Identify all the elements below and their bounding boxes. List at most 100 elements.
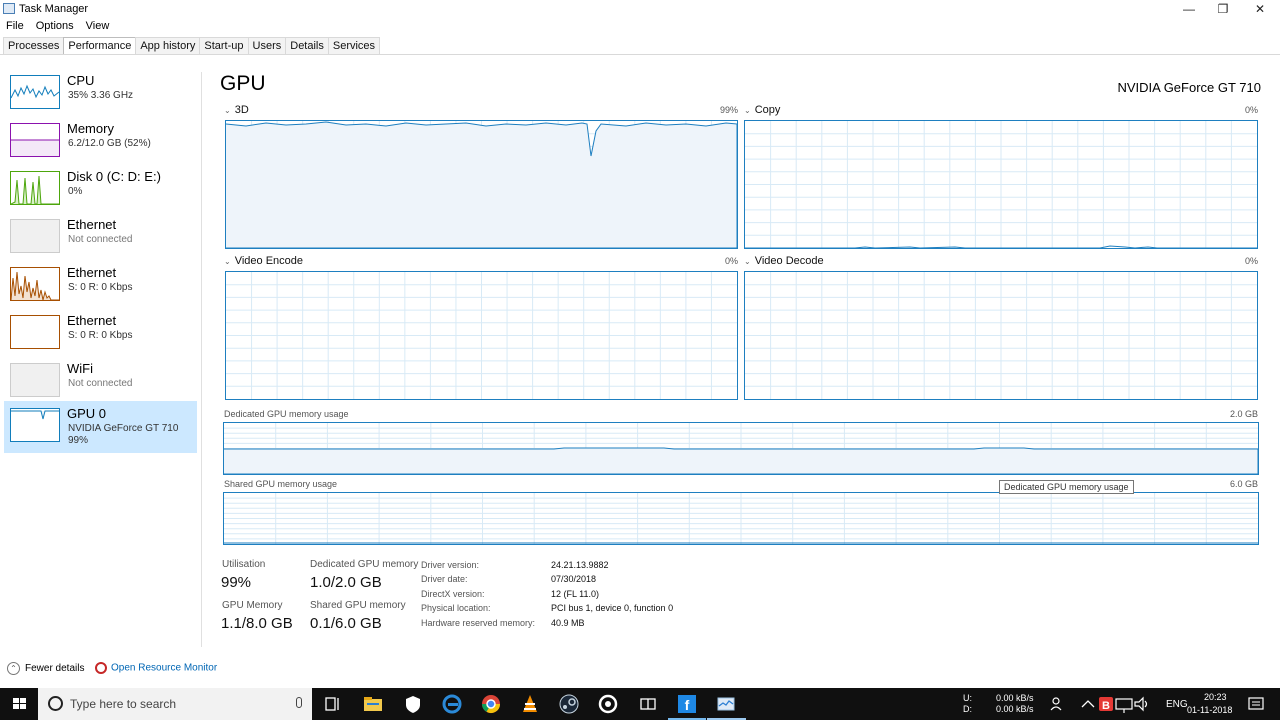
vlc-icon[interactable] bbox=[518, 692, 542, 716]
menu-view[interactable]: View bbox=[80, 18, 116, 32]
shared-memory-max: 6.0 GB bbox=[1229, 479, 1258, 489]
clock-time[interactable]: 20:23 bbox=[1204, 692, 1227, 702]
engine-encode-plot bbox=[226, 272, 737, 399]
open-resource-monitor-link[interactable]: Open Resource Monitor bbox=[95, 662, 217, 674]
tab-divider bbox=[0, 54, 1280, 55]
tab-app-history[interactable]: App history bbox=[135, 37, 201, 54]
tab-services[interactable]: Services bbox=[327, 37, 381, 54]
language-indicator[interactable]: ENG bbox=[1166, 699, 1188, 710]
gpu-model: NVIDIA GeForce GT 710 bbox=[1117, 80, 1261, 95]
facebook-icon[interactable]: f bbox=[675, 692, 699, 716]
engine-decode-graph bbox=[744, 271, 1258, 400]
sidebar-divider bbox=[201, 72, 202, 647]
fewer-details-button[interactable]: ⌃ Fewer details bbox=[7, 662, 84, 675]
directx-version-value: 12 (FL 11.0) bbox=[551, 589, 600, 599]
resource-sidebar: CPU 35% 3.36 GHz Memory 6.2/12.0 GB (52%… bbox=[0, 64, 200, 654]
utilisation-label: Utilisation bbox=[222, 559, 266, 570]
sidebar-item-memory[interactable]: Memory 6.2/12.0 GB (52%) bbox=[4, 116, 197, 166]
file-explorer-icon[interactable] bbox=[361, 692, 385, 716]
driver-version-value: 24.21.13.9882 bbox=[551, 560, 609, 570]
net-down-label: D: bbox=[963, 704, 972, 714]
start-button[interactable] bbox=[0, 688, 38, 720]
engine-decode-label[interactable]: ⌄ Video Decode bbox=[744, 255, 824, 267]
sidebar-item-ethernet-3[interactable]: Ethernet S: 0 R: 0 Kbps bbox=[4, 308, 197, 358]
taskbar-search[interactable]: Type here to search bbox=[38, 688, 312, 720]
minimize-button[interactable]: — bbox=[1171, 0, 1207, 18]
app-ring-icon[interactable] bbox=[596, 692, 620, 716]
close-button[interactable]: ✕ bbox=[1242, 0, 1278, 18]
windows-security-icon[interactable] bbox=[401, 692, 425, 716]
directx-version-label: DirectX version: bbox=[421, 589, 485, 599]
task-view-icon[interactable] bbox=[321, 692, 345, 716]
sidebar-item-label: CPU bbox=[67, 73, 95, 88]
engine-copy-label[interactable]: ⌄ Copy bbox=[744, 104, 780, 116]
dedicated-memory-stat-label: Dedicated GPU memory bbox=[310, 559, 419, 570]
microphone-icon[interactable] bbox=[296, 697, 302, 708]
memory-thumbnail bbox=[10, 123, 60, 157]
chevron-up-icon: ⌃ bbox=[7, 662, 20, 675]
people-icon[interactable] bbox=[1046, 692, 1070, 716]
dedicated-memory-line bbox=[224, 447, 1258, 474]
sidebar-item-ethernet-1[interactable]: Ethernet Not connected bbox=[4, 212, 197, 262]
engine-encode-label[interactable]: ⌄ Video Encode bbox=[224, 255, 303, 267]
engine-copy-plot bbox=[745, 121, 1257, 248]
sidebar-item-sub: Not connected bbox=[68, 234, 133, 245]
svg-text:f: f bbox=[685, 697, 690, 713]
chevron-down-icon: ⌄ bbox=[224, 106, 231, 115]
ethernet-thumbnail bbox=[10, 315, 60, 349]
engine-name: 3D bbox=[234, 104, 249, 116]
engine-encode-pct: 0% bbox=[724, 256, 738, 266]
maximize-button[interactable]: ❐ bbox=[1205, 0, 1241, 18]
chevron-down-icon: ⌄ bbox=[744, 257, 751, 266]
sidebar-item-label: Ethernet bbox=[67, 217, 117, 232]
menu-options[interactable]: Options bbox=[30, 18, 80, 32]
engine-decode-plot bbox=[745, 272, 1257, 399]
sidebar-item-label: WiFi bbox=[67, 361, 93, 376]
sidebar-item-sub: NVIDIA GeForce GT 710 bbox=[68, 423, 179, 434]
sidebar-item-sub: 99% bbox=[68, 435, 89, 446]
sidebar-item-disk[interactable]: Disk 0 (C: D: E:) 0% bbox=[4, 164, 197, 214]
task-manager-taskbar-icon[interactable] bbox=[714, 692, 738, 716]
shared-memory-stat-label: Shared GPU memory bbox=[310, 600, 406, 611]
net-up-value: 0.00 kB/s bbox=[996, 693, 1034, 703]
app-window-icon[interactable] bbox=[636, 692, 660, 716]
sidebar-item-cpu[interactable]: CPU 35% 3.36 GHz bbox=[4, 68, 197, 118]
tab-users[interactable]: Users bbox=[247, 37, 287, 54]
wifi-thumbnail bbox=[10, 363, 60, 397]
engine-encode-graph bbox=[225, 271, 738, 400]
sidebar-item-label: Disk 0 (C: D: E:) bbox=[67, 169, 161, 184]
sidebar-item-sub: 6.2/12.0 GB (52%) bbox=[68, 138, 151, 149]
sidebar-item-wifi[interactable]: WiFi Not connected bbox=[4, 356, 197, 406]
system-tray: U: D: 0.00 kB/s 0.00 kB/s B ENG 20:23 01… bbox=[950, 688, 1280, 720]
edge-icon[interactable] bbox=[440, 692, 464, 716]
menu-file[interactable]: File bbox=[0, 18, 30, 32]
tab-details[interactable]: Details bbox=[285, 37, 329, 54]
sidebar-item-label: Memory bbox=[67, 121, 114, 136]
steam-icon[interactable] bbox=[557, 692, 581, 716]
clock-date[interactable]: 01-11-2018 bbox=[1187, 705, 1232, 715]
menu-bar: File Options View bbox=[0, 18, 115, 35]
resource-monitor-icon bbox=[95, 662, 107, 674]
tab-start-up[interactable]: Start-up bbox=[199, 37, 249, 54]
engine-3d-label[interactable]: ⌄ 3D bbox=[224, 104, 249, 116]
chrome-icon[interactable] bbox=[479, 692, 503, 716]
sidebar-item-gpu[interactable]: GPU 0 NVIDIA GeForce GT 710 99% bbox=[4, 401, 197, 453]
page-title: GPU bbox=[220, 72, 266, 95]
driver-version-label: Driver version: bbox=[421, 560, 480, 570]
shared-memory-stat-value: 0.1/6.0 GB bbox=[310, 615, 382, 632]
tab-strip: Processes Performance App history Start-… bbox=[3, 37, 381, 55]
disk-thumbnail bbox=[10, 171, 60, 205]
sidebar-item-label: GPU 0 bbox=[67, 406, 107, 421]
window-title: Task Manager bbox=[19, 3, 89, 15]
notifications-icon[interactable] bbox=[1244, 692, 1268, 716]
title-bar: Task Manager — ❐ ✕ bbox=[0, 0, 1280, 18]
tab-performance[interactable]: Performance bbox=[63, 37, 137, 55]
sidebar-item-ethernet-2[interactable]: Ethernet S: 0 R: 0 Kbps bbox=[4, 260, 197, 310]
net-up-label: U: bbox=[963, 693, 972, 703]
sidebar-item-label: Ethernet bbox=[67, 265, 117, 280]
taskbar: Type here to search f U: D: 0.00 kB/s 0.… bbox=[0, 688, 1280, 720]
svg-text:B: B bbox=[1102, 700, 1110, 712]
volume-icon[interactable] bbox=[1130, 692, 1154, 716]
driver-date-value: 07/30/2018 bbox=[551, 574, 597, 584]
tab-processes[interactable]: Processes bbox=[3, 37, 65, 54]
